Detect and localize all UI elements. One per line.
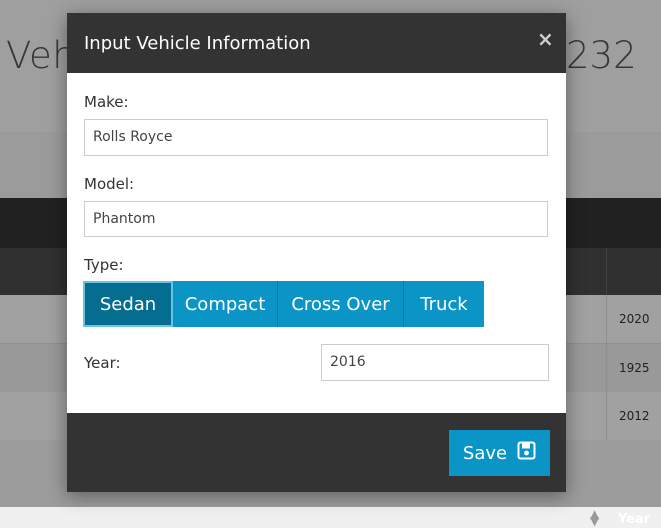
make-label: Make: xyxy=(84,93,129,111)
floppy-disk-icon xyxy=(517,441,536,465)
type-button-group: Sedan Compact Cross Over Truck xyxy=(83,281,484,327)
sort-icon[interactable]: ▲ ▼ xyxy=(590,508,599,527)
save-button[interactable]: Save xyxy=(449,430,550,476)
type-option-compact[interactable]: Compact xyxy=(173,281,278,327)
type-label: Type: xyxy=(84,256,124,274)
vehicle-info-modal: Input Vehicle Information × Make: Rolls … xyxy=(67,13,566,492)
save-button-label: Save xyxy=(462,442,508,464)
model-input[interactable]: Phantom xyxy=(84,201,548,237)
make-input[interactable]: Rolls Royce xyxy=(84,119,548,156)
year-input[interactable]: 2016 xyxy=(321,344,549,381)
model-label: Model: xyxy=(84,175,135,193)
modal-footer: Save xyxy=(67,413,566,492)
modal-title: Input Vehicle Information xyxy=(84,33,311,54)
type-option-sedan[interactable]: Sedan xyxy=(83,281,173,327)
column-header-year[interactable]: Year xyxy=(618,512,650,527)
modal-header: Input Vehicle Information × xyxy=(67,13,566,73)
type-option-truck[interactable]: Truck xyxy=(404,281,484,327)
type-option-cross-over[interactable]: Cross Over xyxy=(278,281,404,327)
year-label: Year: xyxy=(84,354,121,372)
close-icon[interactable]: × xyxy=(537,27,554,51)
